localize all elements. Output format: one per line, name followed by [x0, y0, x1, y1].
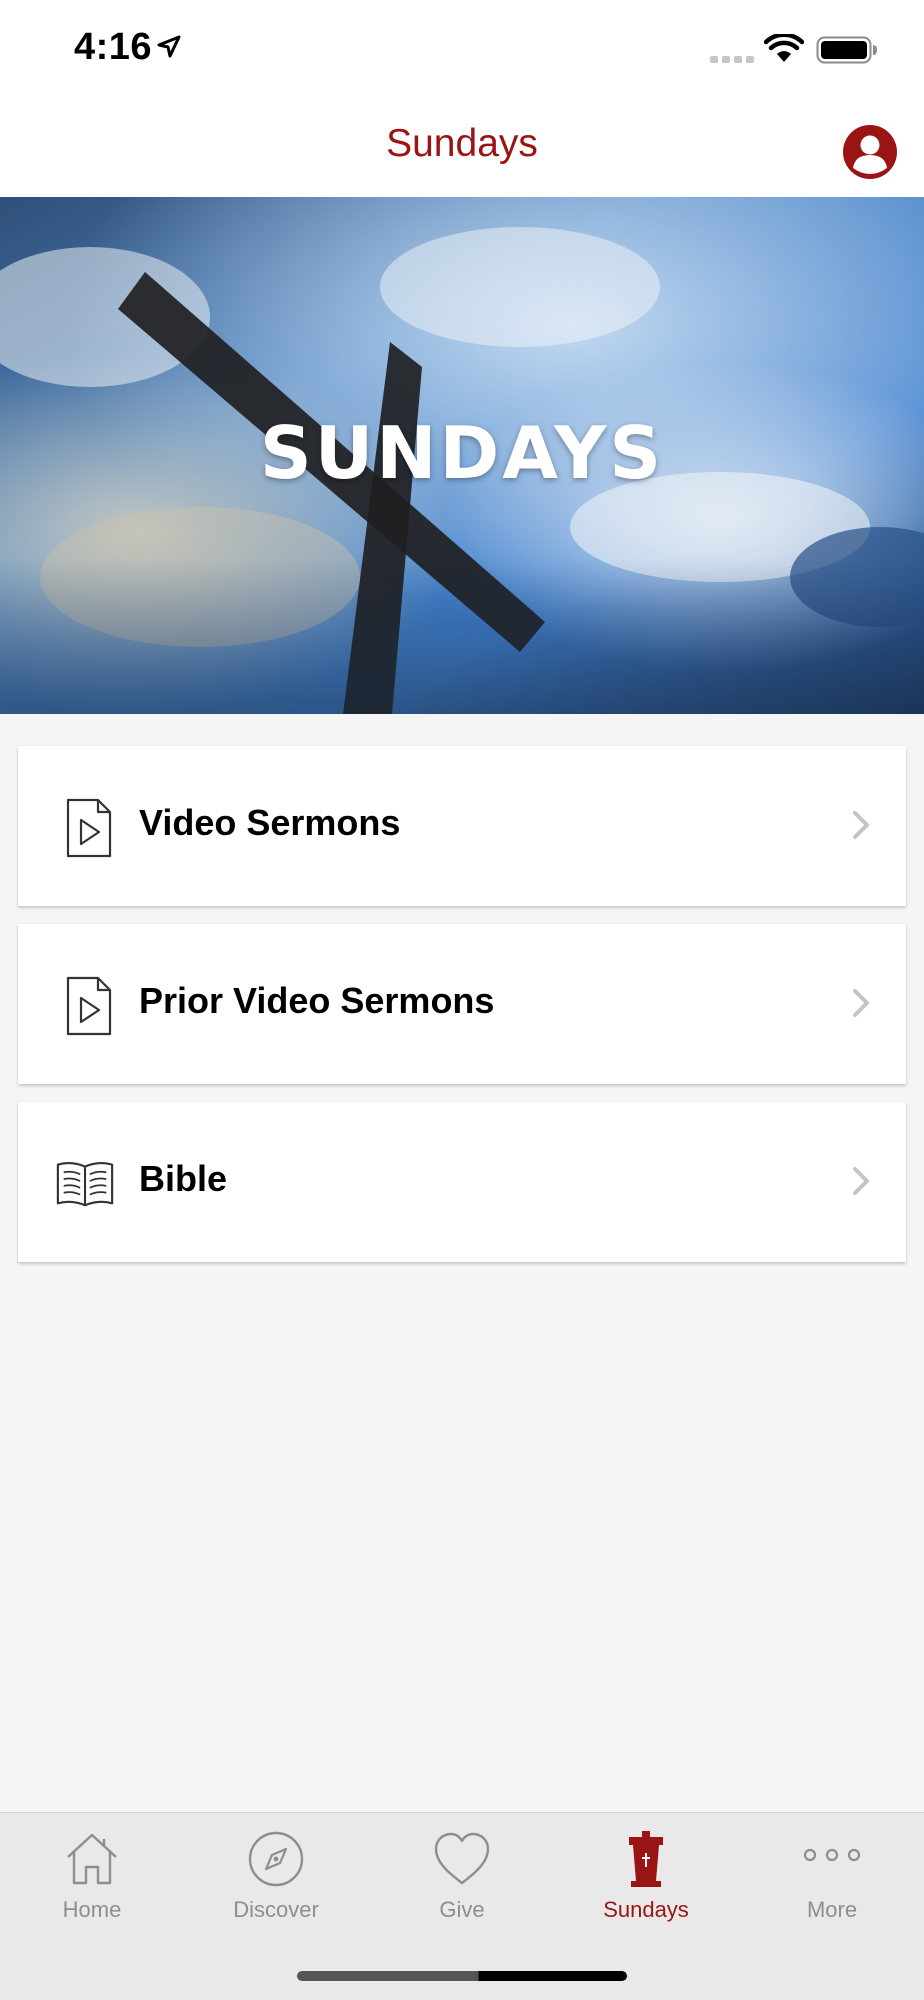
menu-list: Video Sermons Prior Video Sermons Bible	[18, 746, 906, 1280]
tab-give[interactable]: Give	[370, 1813, 554, 1933]
tab-label: Give	[439, 1897, 485, 1922]
list-item-label: Bible	[139, 1158, 228, 1199]
list-item-label: Prior Video Sermons	[139, 980, 495, 1021]
status-time: 4:16	[74, 26, 153, 68]
cell-signal-icon	[710, 56, 754, 63]
hero-banner: SUNDAYS	[0, 197, 924, 714]
chevron-right-icon	[853, 811, 869, 839]
tab-sundays[interactable]: Sundays	[554, 1813, 738, 1933]
list-item-bible[interactable]: Bible	[18, 1102, 906, 1262]
tab-label: Home	[62, 1897, 122, 1922]
tab-label: Sundays	[603, 1897, 689, 1922]
compass-icon	[248, 1831, 304, 1887]
list-item-video-sermons[interactable]: Video Sermons	[18, 746, 906, 906]
tab-home[interactable]: Home	[0, 1813, 184, 1933]
more-dots-icon	[803, 1848, 861, 1862]
video-file-icon	[66, 976, 112, 1036]
navigation-bar: Sundays	[0, 100, 924, 197]
chevron-right-icon	[853, 1167, 869, 1195]
list-item-label: Video Sermons	[139, 802, 401, 843]
chevron-right-icon	[853, 989, 869, 1017]
profile-icon[interactable]	[842, 124, 898, 180]
location-arrow-icon	[157, 35, 181, 58]
status-bar: 4:16	[0, 0, 924, 100]
pulpit-icon	[629, 1831, 663, 1887]
page-title: Sundays	[386, 122, 538, 165]
wifi-icon	[764, 34, 804, 62]
tab-label: Discover	[233, 1897, 319, 1922]
video-file-icon	[66, 798, 112, 858]
tab-more[interactable]: More	[740, 1813, 924, 1933]
battery-icon	[816, 36, 877, 64]
heart-icon	[434, 1832, 490, 1885]
tab-label: More	[806, 1897, 858, 1922]
home-indicator[interactable]	[297, 1971, 627, 1981]
home-icon	[67, 1833, 117, 1885]
tab-discover[interactable]: Discover	[184, 1813, 368, 1933]
list-item-prior-video-sermons[interactable]: Prior Video Sermons	[18, 924, 906, 1084]
open-book-icon	[56, 1162, 114, 1207]
hero-title: SUNDAYS	[259, 411, 665, 495]
